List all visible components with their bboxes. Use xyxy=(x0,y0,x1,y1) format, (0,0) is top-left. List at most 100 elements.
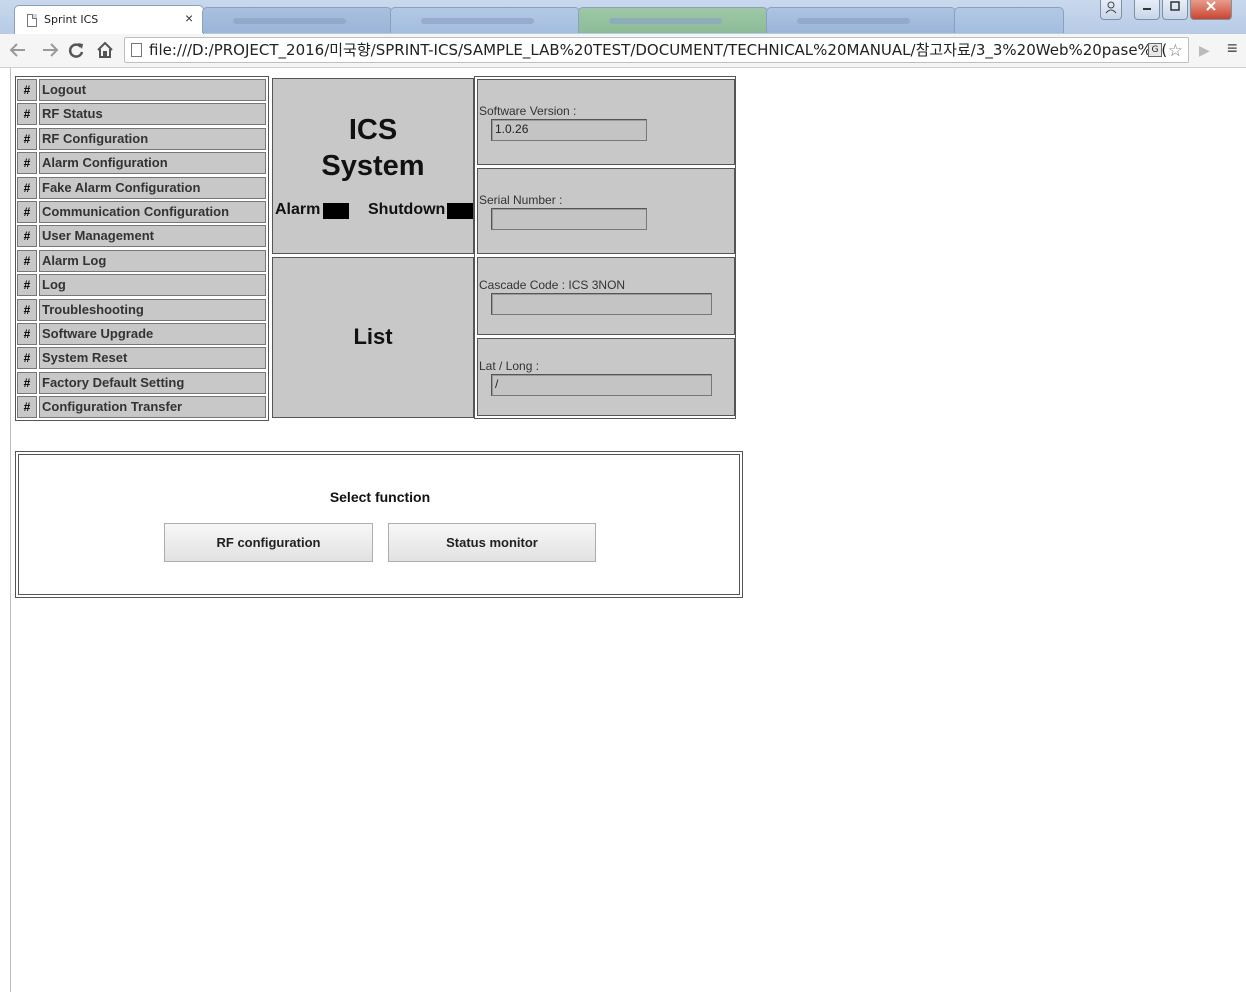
lat-long-label: Lat / Long : xyxy=(479,359,540,373)
info-panel: Software Version : 1.0.26 Serial Number … xyxy=(474,76,736,419)
sidebar-item-link[interactable]: System Reset xyxy=(39,347,266,370)
sidebar-item-link[interactable]: Communication Configuration xyxy=(39,200,266,223)
function-panel-inner: Select function RF configuration Status … xyxy=(18,454,740,595)
sidebar-item[interactable]: # Alarm Log xyxy=(17,249,267,273)
sidebar-item-link[interactable]: RF Status xyxy=(39,103,266,126)
sidebar-item[interactable]: # User Management xyxy=(17,224,267,248)
sidebar-item[interactable]: # RF Status xyxy=(17,102,267,126)
serial-number-cell: Serial Number : xyxy=(477,168,735,254)
alarm-indicator xyxy=(323,203,349,219)
address-bar[interactable]: file:///D:/PROJECT_2016/미국향/SPRINT-ICS/S… xyxy=(124,37,1189,63)
software-version-cell: Software Version : 1.0.26 xyxy=(477,79,735,165)
title-line2: System xyxy=(321,150,425,182)
sidebar-item-hash: # xyxy=(17,200,37,223)
sidebar-item-link[interactable]: Fake Alarm Configuration xyxy=(39,176,266,199)
sidebar-item[interactable]: # System Reset xyxy=(17,346,267,370)
list-cell[interactable]: List xyxy=(272,257,474,418)
close-button[interactable] xyxy=(1190,0,1232,20)
sidebar-item-hash: # xyxy=(17,225,37,248)
software-version-field[interactable]: 1.0.26 xyxy=(491,119,647,141)
sidebar-item[interactable]: # Alarm Configuration xyxy=(17,151,267,175)
minimize-button[interactable] xyxy=(1134,0,1160,20)
sidebar-item[interactable]: # Configuration Transfer xyxy=(17,395,267,419)
sidebar-item-link[interactable]: Alarm Log xyxy=(39,249,266,272)
sidebar-item[interactable]: # Troubleshooting xyxy=(17,298,267,322)
software-version-label: Software Version : xyxy=(479,104,577,118)
profile-icon[interactable] xyxy=(1100,0,1122,20)
alarm-label: Alarm xyxy=(275,201,321,218)
page-icon xyxy=(27,14,37,27)
page-icon xyxy=(131,43,142,57)
serial-number-field[interactable] xyxy=(491,208,647,230)
back-arrow-icon[interactable] xyxy=(9,38,27,62)
shutdown-indicator xyxy=(447,203,473,219)
status-monitor-button[interactable]: Status monitor xyxy=(388,523,596,562)
translate-icon[interactable]: G xyxy=(1148,43,1162,57)
sidebar-item[interactable]: # Software Upgrade xyxy=(17,322,267,346)
sidebar-item-link[interactable]: Configuration Transfer xyxy=(39,396,266,419)
title-line1: ICS xyxy=(348,114,398,146)
reload-icon[interactable] xyxy=(67,38,85,62)
sidebar-item-hash: # xyxy=(17,371,37,394)
list-label: List xyxy=(353,324,393,349)
blurred-tab-title xyxy=(609,18,722,24)
lat-long-field[interactable]: / xyxy=(491,374,712,396)
sidebar-item-link[interactable]: Software Upgrade xyxy=(39,322,266,345)
sidebar-item-hash: # xyxy=(17,249,37,272)
forward-arrow-icon[interactable] xyxy=(41,38,59,62)
star-icon[interactable]: ☆ xyxy=(1168,39,1183,62)
sidebar-item-link[interactable]: Alarm Configuration xyxy=(39,152,266,175)
maximize-button[interactable] xyxy=(1162,0,1188,20)
sidebar-item-link[interactable]: Log xyxy=(39,274,266,297)
sidebar-item[interactable]: # Logout xyxy=(17,78,267,102)
extension-icon[interactable]: ▶ xyxy=(1199,42,1210,59)
sidebar-item[interactable]: # Communication Configuration xyxy=(17,200,267,224)
home-icon[interactable] xyxy=(96,38,114,62)
sidebar-item[interactable]: # RF Configuration xyxy=(17,127,267,151)
sidebar-item-hash: # xyxy=(17,152,37,175)
sidebar-item-link[interactable]: RF Configuration xyxy=(39,127,266,150)
sidebar-item-hash: # xyxy=(17,347,37,370)
serial-number-label: Serial Number : xyxy=(479,193,563,207)
system-panel: ICS System Alarm Shutdown List xyxy=(272,78,474,418)
browser-tab-background[interactable] xyxy=(390,7,580,33)
blurred-tab-title xyxy=(421,18,534,24)
sidebar-item-link[interactable]: Troubleshooting xyxy=(39,298,266,321)
browser-tab-background[interactable] xyxy=(202,7,392,33)
sidebar-item-hash: # xyxy=(17,322,37,345)
browser-tab-active[interactable]: Sprint ICS × xyxy=(14,5,204,34)
sidebar-item-link[interactable]: Logout xyxy=(39,79,266,101)
lat-long-cell: Lat / Long : / xyxy=(477,338,735,416)
sidebar-item-hash: # xyxy=(17,127,37,150)
blurred-tab-title xyxy=(797,18,910,24)
sidebar-item-hash: # xyxy=(17,79,37,101)
sidebar-menu: # Logout # RF Status # RF Configuration # Alarm… xyxy=(15,76,269,421)
cascade-code-cell: Cascade Code : ICS 3NON xyxy=(477,257,735,335)
sidebar-item-hash: # xyxy=(17,396,37,419)
sidebar-item-hash: # xyxy=(17,274,37,297)
browser-toolbar: file:///D:/PROJECT_2016/미국향/SPRINT-ICS/S… xyxy=(0,34,1246,68)
menu-icon[interactable]: ≡ xyxy=(1227,38,1238,59)
sidebar-item-link[interactable]: User Management xyxy=(39,225,266,248)
sidebar-item-hash: # xyxy=(17,103,37,126)
browser-titlebar: Sprint ICS × xyxy=(0,0,1246,34)
sidebar-item-hash: # xyxy=(17,176,37,199)
function-panel: Select function RF configuration Status … xyxy=(15,451,743,598)
rf-configuration-button[interactable]: RF configuration xyxy=(164,523,373,562)
page-content: # Logout # RF Status # RF Configuration # Alarm… xyxy=(10,68,1246,992)
address-url: file:///D:/PROJECT_2016/미국향/SPRINT-ICS/S… xyxy=(149,41,1168,59)
browser-tab-background[interactable] xyxy=(766,7,956,33)
sidebar-item[interactable]: # Factory Default Setting xyxy=(17,371,267,395)
sidebar-item-link[interactable]: Factory Default Setting xyxy=(39,371,266,394)
tab-close-icon[interactable]: × xyxy=(185,10,193,26)
page-title: ICS System xyxy=(273,112,473,184)
blurred-tab-title xyxy=(233,18,346,24)
cascade-code-field[interactable] xyxy=(491,293,712,315)
new-tab-area[interactable] xyxy=(954,7,1064,33)
sidebar-item[interactable]: # Log xyxy=(17,273,267,297)
browser-tab-background[interactable] xyxy=(578,7,768,33)
select-function-title: Select function xyxy=(329,489,431,505)
sidebar-item[interactable]: # Fake Alarm Configuration xyxy=(17,176,267,200)
sidebar-item-hash: # xyxy=(17,298,37,321)
tab-title: Sprint ICS xyxy=(44,13,99,26)
